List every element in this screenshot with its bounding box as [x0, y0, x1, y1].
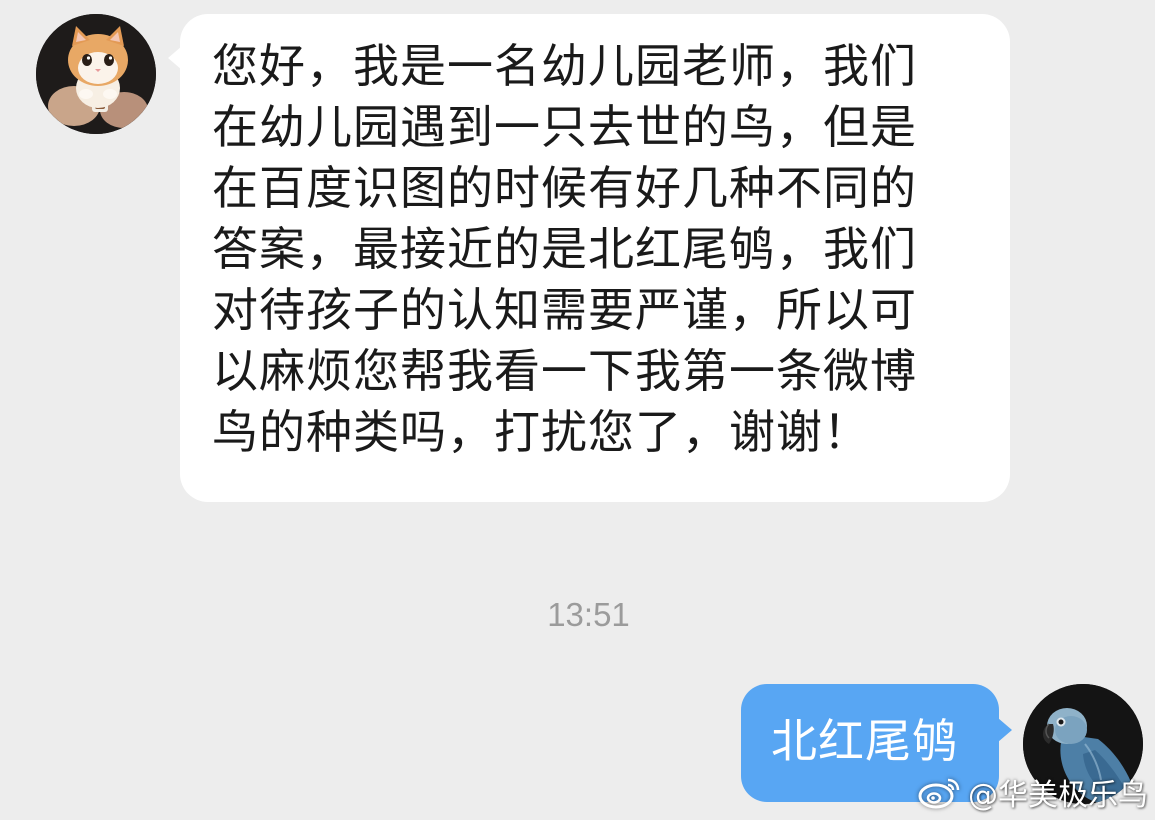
outgoing-message-text: 北红尾鸲 — [771, 714, 959, 768]
incoming-message-bubble[interactable]: 您好，我是一名幼儿园老师，我们 在幼儿园遇到一只去世的鸟，但是 在百度识图的时候… — [168, 14, 1010, 502]
cat-avatar-icon — [36, 14, 156, 134]
weibo-icon — [918, 778, 960, 809]
sender-avatar[interactable] — [36, 14, 156, 134]
weibo-watermark: @华美极乐鸟 — [918, 770, 1148, 814]
watermark-handle: @华美极乐鸟 — [968, 778, 1148, 813]
bubble-tail — [168, 46, 182, 70]
bubble-tail — [998, 718, 1012, 742]
message-timestamp: 13:51 — [547, 596, 630, 633]
incoming-message-text: 您好，我是一名幼儿园老师，我们 在幼儿园遇到一只去世的鸟，但是 在百度识图的时候… — [212, 39, 917, 459]
